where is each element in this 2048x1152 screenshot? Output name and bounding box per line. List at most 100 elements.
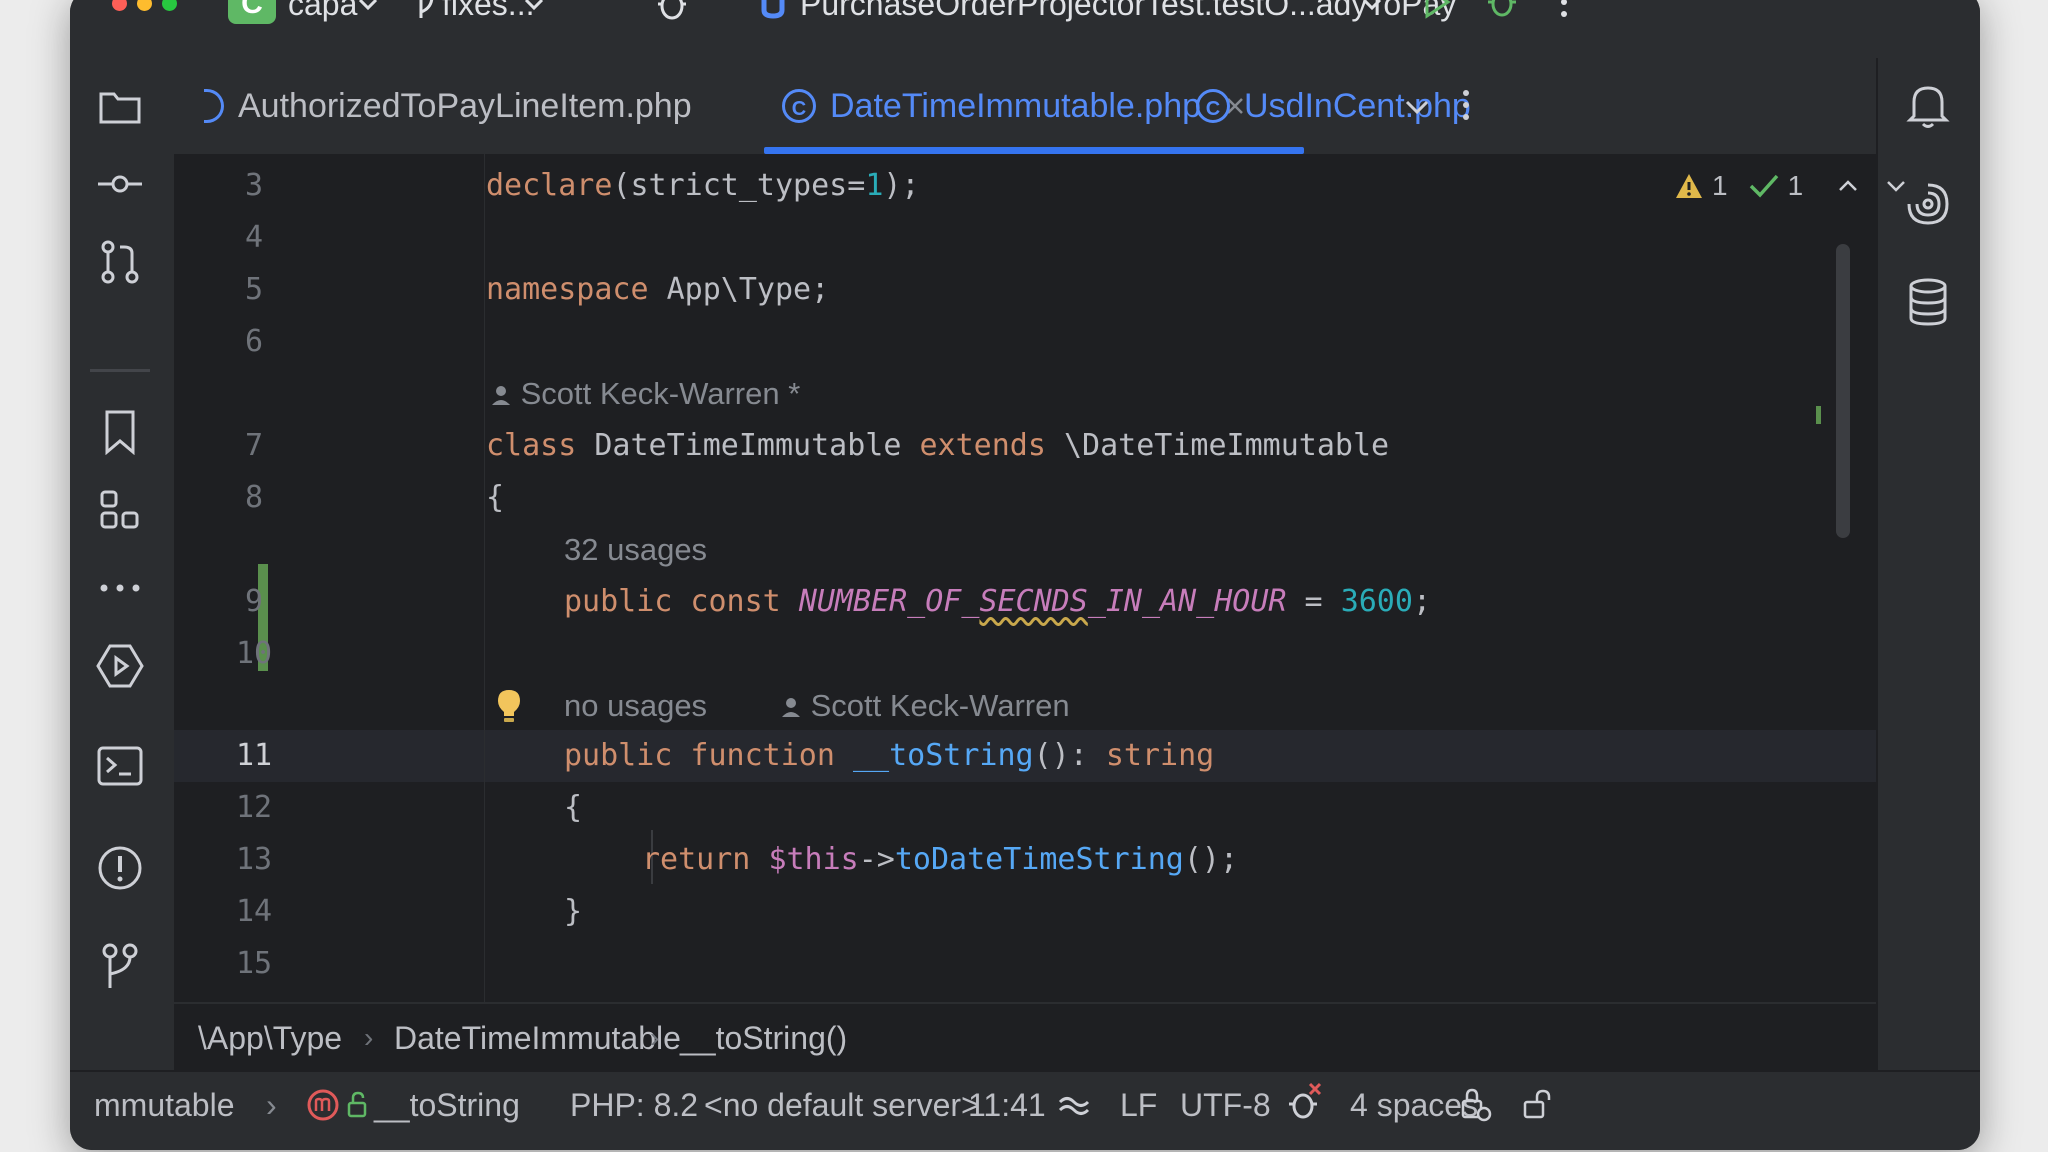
intention-bulb-icon[interactable] [496, 688, 522, 724]
database-icon[interactable] [1900, 274, 1956, 330]
fn-author-hint[interactable]: Scott Keck-Warren [780, 680, 1070, 732]
status-method[interactable]: __toString [374, 1072, 520, 1138]
line-number: 4 [244, 220, 264, 255]
debugger-disabled-icon[interactable] [1286, 1082, 1324, 1122]
line-number: 9 [244, 584, 264, 619]
close-window-button[interactable] [112, 0, 127, 11]
change-marker [1816, 406, 1821, 424]
code-text: return $this->toDateTimeString(); [642, 842, 1239, 877]
chevron-down-icon[interactable] [1360, 0, 1384, 24]
commit-icon[interactable] [92, 156, 148, 212]
code-text: namespace App\Type; [486, 272, 830, 307]
person-icon [782, 698, 800, 717]
line-number: 3 [244, 168, 264, 203]
code-line-current[interactable]: 11 public function __toString(): string [174, 730, 1876, 782]
const-usages-hint[interactable]: 32 usages [564, 524, 707, 576]
project-badge[interactable]: C [228, 0, 276, 24]
ide-window: C capa fixes... PurchaseOrderProjectorTe… [70, 0, 1980, 1150]
breadcrumb-separator-icon: › [650, 1022, 660, 1053]
code-line[interactable]: 12 { [174, 782, 1876, 834]
chevron-down-icon[interactable] [522, 0, 546, 24]
line-number: 8 [244, 480, 264, 515]
more-tools-icon[interactable] [92, 560, 148, 616]
line-number: 11 [235, 738, 273, 773]
code-line[interactable]: 15 [174, 938, 1876, 990]
code-line[interactable]: 7 class DateTimeImmutable extends \DateT… [174, 420, 1876, 472]
more-actions-icon[interactable] [1558, 0, 1570, 24]
tab-list-chevron-icon[interactable] [1404, 94, 1430, 120]
line-number: 10 [235, 636, 273, 671]
php-class-icon [204, 89, 224, 123]
code-text: class DateTimeImmutable extends \DateTim… [486, 428, 1390, 463]
indent-setting[interactable]: 4 spaces [1350, 1072, 1478, 1138]
code-vision-row: Scott Keck-Warren * [174, 368, 1876, 420]
breadcrumb-method[interactable]: __toString() [680, 1004, 847, 1072]
line-number: 5 [244, 272, 264, 307]
tab-options-icon[interactable] [1460, 88, 1472, 122]
structure-icon[interactable] [92, 482, 148, 538]
minimize-window-button[interactable] [137, 0, 152, 11]
code-style-lock-icon[interactable] [1460, 1086, 1492, 1122]
branch-name[interactable]: fixes... [442, 0, 534, 24]
line-separator[interactable]: LF [1120, 1072, 1157, 1138]
status-bar: mmutable › __toString PHP: 8.2 <no defau… [70, 1070, 1980, 1150]
person-icon [492, 386, 510, 405]
class-author-hint[interactable]: Scott Keck-Warren * [490, 368, 800, 420]
debug-run-icon[interactable] [1484, 0, 1520, 24]
status-path-separator-icon: › [266, 1087, 277, 1123]
pull-requests-icon[interactable] [92, 234, 148, 290]
breadcrumb-namespace[interactable]: \App\Type [198, 1004, 342, 1072]
zoom-window-button[interactable] [162, 0, 177, 11]
code-line[interactable]: 9 public const NUMBER_OF_SECNDS_IN_AN_HO… [174, 576, 1876, 628]
caret-position[interactable]: 11:41 [968, 1072, 1046, 1138]
line-number: 7 [244, 428, 264, 463]
tab-label: DateTimeImmutable.php [830, 86, 1202, 125]
project-name[interactable]: capa [288, 0, 357, 24]
services-run-icon[interactable] [92, 638, 148, 694]
vertical-scrollbar[interactable] [1836, 244, 1850, 538]
line-number: 14 [235, 894, 273, 929]
status-path-tail[interactable]: mmutable [94, 1072, 235, 1138]
code-line[interactable]: 3 declare(strict_types=1); [174, 160, 1876, 212]
problems-icon[interactable] [92, 840, 148, 896]
fn-usages-hint[interactable]: no usages [564, 680, 707, 732]
line-number: 13 [235, 842, 273, 877]
tab-authorized-to-pay-line-item[interactable]: AuthorizedToPayLineItem.php [204, 58, 692, 154]
code-text: public const NUMBER_OF_SECNDS_IN_AN_HOUR… [564, 584, 1431, 619]
breadcrumb-class[interactable]: DateTimeImmutable [394, 1004, 681, 1072]
run-configuration-name[interactable]: PurchaseOrderProjectorTest.testO...adyTo… [800, 0, 1456, 24]
debug-bug-icon[interactable] [652, 0, 692, 24]
project-folder-icon[interactable] [92, 78, 148, 134]
ai-assistant-icon[interactable] [1900, 176, 1956, 232]
server-selector[interactable]: <no default server> [704, 1072, 980, 1138]
terminal-icon[interactable] [92, 738, 148, 794]
code-line[interactable]: 13 return $this->toDateTimeString(); [174, 834, 1876, 886]
next-highlight-icon[interactable] [1885, 175, 1907, 197]
code-line[interactable]: 8 { [174, 472, 1876, 524]
line-endings-wave-icon[interactable] [1058, 1092, 1090, 1118]
run-icon[interactable] [1422, 0, 1452, 24]
code-line[interactable]: 6 [174, 316, 1876, 368]
code-line[interactable]: 10 [174, 628, 1876, 680]
code-line[interactable]: 5 namespace App\Type; [174, 264, 1876, 316]
read-only-toggle-lock-icon[interactable] [1522, 1088, 1552, 1120]
php-version[interactable]: PHP: 8.2 [570, 1072, 698, 1138]
code-editor[interactable]: 1 1 3 declare(strict_types=1); 4 5 names… [174, 154, 1906, 1002]
title-bar: C capa fixes... PurchaseOrderProjectorTe… [70, 0, 1980, 58]
left-tool-strip [70, 58, 174, 1070]
tab-date-time-immutable[interactable]: C DateTimeImmutable.php [782, 58, 1245, 154]
notifications-bell-icon[interactable] [1900, 78, 1956, 134]
git-icon[interactable] [92, 938, 148, 994]
code-text: { [486, 480, 505, 515]
bookmarks-icon[interactable] [92, 404, 148, 460]
line-number: 6 [244, 324, 264, 359]
tab-label: AuthorizedToPayLineItem.php [238, 86, 692, 125]
line-number: 12 [235, 790, 273, 825]
editor-tab-bar: AuthorizedToPayLineItem.php C DateTimeIm… [174, 58, 1876, 154]
code-line[interactable]: 14 } [174, 886, 1876, 938]
code-line[interactable]: 4 [174, 212, 1876, 264]
test-config-icon[interactable] [758, 0, 788, 24]
file-encoding[interactable]: UTF-8 [1180, 1072, 1271, 1138]
branch-icon[interactable] [414, 0, 440, 24]
chevron-down-icon[interactable] [356, 0, 380, 24]
